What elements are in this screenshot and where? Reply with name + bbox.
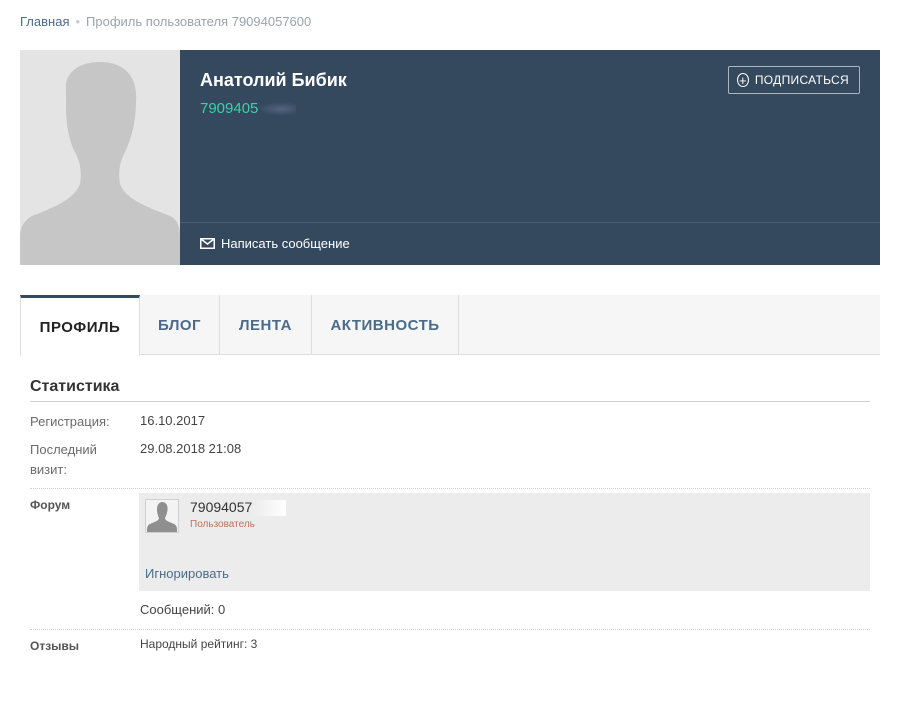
avatar [20,50,180,265]
profile-tabs: ПРОФИЛЬ БЛОГ ЛЕНТА АКТИВНОСТЬ [20,295,880,356]
ignore-link[interactable]: Игнорировать [145,566,229,581]
divider [30,488,870,489]
name-blur [252,500,287,517]
plus-circle-icon: + [737,72,749,88]
breadcrumb: Главная • Профиль пользователя 79094057600 [20,14,311,29]
registration-label: Регистрация: [30,414,110,429]
stats-divider [30,401,870,402]
forum-label: Форум [30,498,71,512]
tab-profile[interactable]: ПРОФИЛЬ [20,295,140,356]
forum-user-name-text: 79094057 [190,499,253,515]
user-phone: 7909405 [200,100,297,117]
tab-activity[interactable]: АКТИВНОСТЬ [312,295,459,355]
envelope-icon [200,238,215,249]
forum-avatar[interactable] [145,499,179,533]
header-divider [180,222,880,223]
profile-header: Анатолий Бибик 7909405 + ПОДПИСАТЬСЯ Нап… [20,50,880,265]
people-rating: Народный рейтинг: 3 [140,637,258,651]
subscribe-label: ПОДПИСАТЬСЯ [754,73,849,87]
phone-blur [258,102,297,117]
user-phone-text: 7909405 [200,100,259,117]
messages-count: Сообщений: 0 [140,602,226,617]
user-name: Анатолий Бибик [200,70,347,90]
write-message-label: Написать сообщение [221,236,350,251]
tab-blog[interactable]: БЛОГ [140,295,220,355]
forum-user-card: 79094057 Пользователь Игнорировать [139,493,870,591]
forum-user-role: Пользователь [190,519,255,530]
tab-feed[interactable]: ЛЕНТА [220,295,312,355]
breadcrumb-home-link[interactable]: Главная [20,14,69,29]
forum-user-name[interactable]: 79094057 [190,499,287,517]
stats-title: Статистика [30,378,120,395]
write-message-link[interactable]: Написать сообщение [200,236,350,251]
subscribe-button[interactable]: + ПОДПИСАТЬСЯ [728,66,860,94]
registration-value: 16.10.2017 [140,413,206,428]
user-silhouette-icon [147,502,177,532]
divider [30,629,870,630]
user-silhouette-icon [20,62,180,265]
breadcrumb-separator: • [75,14,81,29]
last-visit-label: Последний визит: [30,442,97,477]
breadcrumb-current: Профиль пользователя 79094057600 [86,14,312,29]
reviews-label: Отзывы [30,639,80,653]
last-visit-value: 29.08.2018 21:08 [140,441,242,456]
